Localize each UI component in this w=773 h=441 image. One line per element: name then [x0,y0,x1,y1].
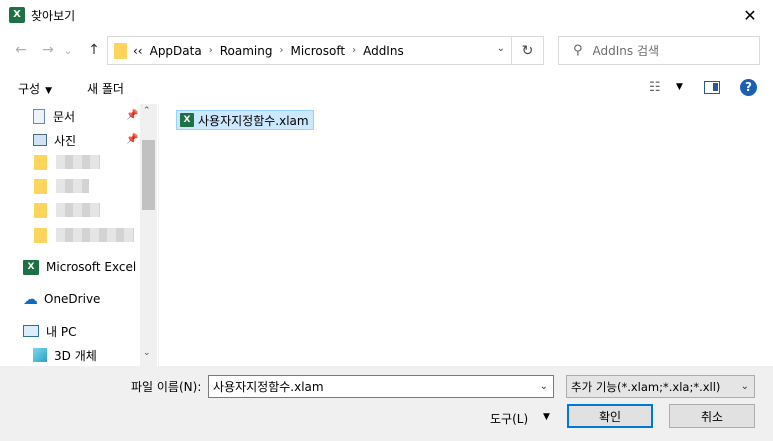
sidebar-item-this-pc[interactable]: 내 PC [23,320,76,342]
search-input[interactable]: ⚲ AddIns 검색 [558,36,760,65]
folder-icon [34,154,47,170]
pin-icon[interactable]: 📌 [126,110,138,121]
breadcrumb-overflow[interactable]: ‹‹ [133,44,143,58]
tools-button[interactable]: 도구(L) [490,410,528,427]
back-icon[interactable]: ← [11,42,31,58]
command-toolbar: 구성 ▼ 새 폴더 ☷ ▼ ? [0,72,773,104]
scroll-down-icon[interactable]: ⌄ [143,348,151,358]
window-title: 찾아보기 [31,9,76,23]
sidebar-item-pictures[interactable]: 사진 [33,129,76,151]
redacted-label [56,228,134,242]
sidebar-item-onedrive[interactable]: ☁ OneDrive [23,288,100,310]
sidebar-item-label: 사진 [54,133,77,148]
filetype-select[interactable]: 추가 기능(*.xlam;*.xla;*.xll) ⌄ [566,375,755,398]
folder-icon [34,227,47,243]
organize-button[interactable]: 구성 ▼ [18,80,52,97]
filetype-value: 추가 기능(*.xlam;*.xla;*.xll) [571,379,721,394]
excel-icon: X [23,259,39,275]
excel-icon: X [9,7,25,23]
ok-button[interactable]: 확인 [567,404,653,428]
filename-field[interactable]: 사용자지정함수.xlam ⌄ [208,375,554,398]
sidebar-item-label: OneDrive [44,292,101,306]
navigation-pane: 문서 📌 사진 📌 X Microsoft Excel ☁ OneDrive 내… [0,104,157,366]
refresh-button[interactable]: ↻ [512,36,544,65]
search-icon: ⚲ [573,43,583,58]
computer-icon [23,325,39,337]
file-item[interactable]: X 사용자지정함수.xlam [176,110,314,130]
sidebar-item-folder[interactable] [34,151,100,173]
file-list: X 사용자지정함수.xlam [158,104,773,366]
recent-locations-icon[interactable]: ⌄ [58,44,78,57]
breadcrumb-microsoft[interactable]: Microsoft [290,44,345,58]
chevron-down-icon[interactable]: ⌄ [497,43,505,54]
cloud-icon: ☁ [23,290,38,308]
help-icon[interactable]: ? [740,79,757,96]
pin-icon[interactable]: 📌 [126,134,138,145]
sidebar-item-3d-objects[interactable]: 3D 개체 [33,344,97,366]
filename-label: 파일 이름(N): [131,380,202,394]
folder-icon [34,178,47,194]
redacted-label [56,155,100,169]
cancel-button[interactable]: 취소 [669,404,755,428]
sidebar-item-label: 문서 [53,109,76,124]
pictures-icon [33,134,47,146]
breadcrumb-addins[interactable]: AddIns [363,44,404,58]
folder-icon [114,42,127,59]
sidebar-item-label: 내 PC [46,324,77,339]
close-button[interactable]: ✕ [727,0,773,30]
redacted-label [56,179,89,193]
redacted-label [56,203,100,217]
caret-down-icon[interactable]: ▼ [543,412,550,422]
view-options-icon[interactable]: ☷ [649,80,661,95]
navigation-bar: ← → ⌄ ↑ ‹‹ AppData › Roaming › Microsoft… [0,30,773,70]
navigation-scrollbar[interactable]: ⌃ ⌄ [140,104,157,366]
folder-icon [34,202,47,218]
preview-pane-icon[interactable] [704,81,720,94]
sidebar-item-microsoft-excel[interactable]: X Microsoft Excel [23,256,136,278]
dialog-footer: 파일 이름(N): 사용자지정함수.xlam ⌄ 추가 기능(*.xlam;*.… [0,366,773,441]
caret-down-icon[interactable]: ▼ [676,82,683,92]
organize-label: 구성 [18,82,41,96]
chevron-right-icon[interactable]: › [209,45,213,56]
chevron-right-icon[interactable]: › [352,45,356,56]
search-placeholder: AddIns 검색 [592,44,660,58]
sidebar-item-label: Microsoft Excel [46,260,137,274]
scroll-up-icon[interactable]: ⌃ [143,106,151,116]
sidebar-item-label: 3D 개체 [54,348,97,363]
cube-icon [33,348,47,362]
chevron-down-icon: ⌄ [740,381,749,392]
chevron-right-icon[interactable]: › [279,45,283,56]
file-name: 사용자지정함수.xlam [198,113,309,128]
scrollbar-thumb[interactable] [142,140,155,210]
breadcrumb-appdata[interactable]: AppData [150,44,202,58]
filename-value: 사용자지정함수.xlam [213,380,324,394]
caret-down-icon: ▼ [45,86,53,96]
chevron-down-icon[interactable]: ⌄ [540,381,548,392]
sidebar-item-folder[interactable] [34,199,100,221]
up-icon[interactable]: ↑ [84,42,104,58]
sidebar-item-folder[interactable] [34,175,89,197]
address-bar[interactable]: ‹‹ AppData › Roaming › Microsoft › AddIn… [107,36,512,65]
sidebar-item-documents[interactable]: 문서 [33,105,75,127]
new-folder-button[interactable]: 새 폴더 [87,80,124,97]
document-icon [33,108,45,124]
forward-icon[interactable]: → [38,42,58,58]
breadcrumb-roaming[interactable]: Roaming [220,44,273,58]
title-bar: X 찾아보기 ✕ [0,0,773,30]
sidebar-item-folder[interactable] [34,224,134,246]
excel-addin-icon: X [180,113,194,127]
